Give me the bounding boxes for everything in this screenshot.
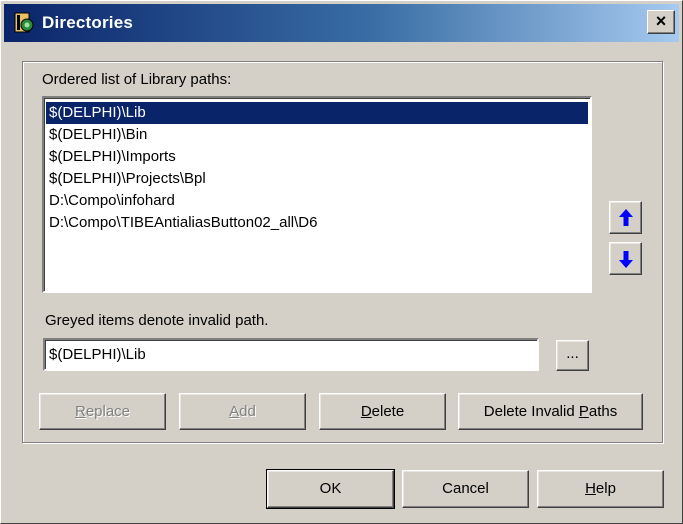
move-up-button[interactable] bbox=[609, 201, 642, 234]
replace-mnemonic: R bbox=[74, 403, 86, 420]
move-down-button[interactable] bbox=[609, 242, 642, 275]
cancel-button[interactable]: Cancel bbox=[402, 470, 529, 508]
list-item[interactable]: D:\Compo\TIBEAntialiasButton02_all\D6 bbox=[46, 212, 588, 234]
list-label: Ordered list of Library paths: bbox=[42, 71, 232, 88]
add-label: dd bbox=[239, 403, 256, 420]
browse-button[interactable]: ... bbox=[556, 340, 589, 371]
invalid-path-hint: Greyed items denote invalid path. bbox=[45, 312, 269, 329]
arrow-down-icon bbox=[618, 250, 633, 268]
help-label: elp bbox=[595, 480, 616, 497]
library-path-list[interactable]: $(DELPHI)\Lib $(DELPHI)\Bin $(DELPHI)\Impo… bbox=[42, 96, 592, 293]
delete-invalid-prefix: Delete Invalid bbox=[483, 403, 579, 420]
directories-app-icon bbox=[14, 12, 34, 33]
cancel-label: Cancel bbox=[442, 480, 489, 497]
replace-button[interactable]: Replace bbox=[39, 393, 166, 430]
arrow-up-icon bbox=[618, 208, 633, 226]
replace-label: eplace bbox=[85, 403, 131, 420]
ok-button[interactable]: OK bbox=[266, 469, 395, 509]
path-input[interactable] bbox=[43, 338, 539, 371]
delete-invalid-label: aths bbox=[588, 403, 618, 420]
dialog-title: Directories bbox=[42, 13, 134, 32]
delete-button[interactable]: Delete bbox=[319, 393, 446, 430]
delete-mnemonic: D bbox=[360, 403, 372, 420]
list-item[interactable]: $(DELPHI)\Projects\Bpl bbox=[46, 168, 588, 190]
list-item[interactable]: $(DELPHI)\Bin bbox=[46, 124, 588, 146]
close-icon: × bbox=[655, 11, 667, 31]
list-item[interactable]: $(DELPHI)\Lib bbox=[46, 102, 588, 124]
delete-label: elete bbox=[371, 403, 405, 420]
title-bar[interactable]: Directories × bbox=[4, 4, 679, 42]
help-button[interactable]: Help bbox=[537, 470, 664, 508]
directories-dialog: Directories × Ordered list of Library pa… bbox=[0, 0, 683, 524]
delete-invalid-paths-button[interactable]: Delete Invalid Paths bbox=[458, 393, 643, 430]
ok-label: OK bbox=[319, 480, 342, 497]
add-mnemonic: A bbox=[229, 403, 240, 420]
help-mnemonic: H bbox=[585, 480, 596, 497]
close-button[interactable]: × bbox=[647, 10, 675, 34]
list-item[interactable]: $(DELPHI)\Imports bbox=[46, 146, 588, 168]
add-button[interactable]: Add bbox=[179, 393, 306, 430]
delete-invalid-mnemonic: P bbox=[578, 403, 589, 420]
browse-button-label: ... bbox=[566, 345, 579, 362]
list-item[interactable]: D:\Compo\infohard bbox=[46, 190, 588, 212]
